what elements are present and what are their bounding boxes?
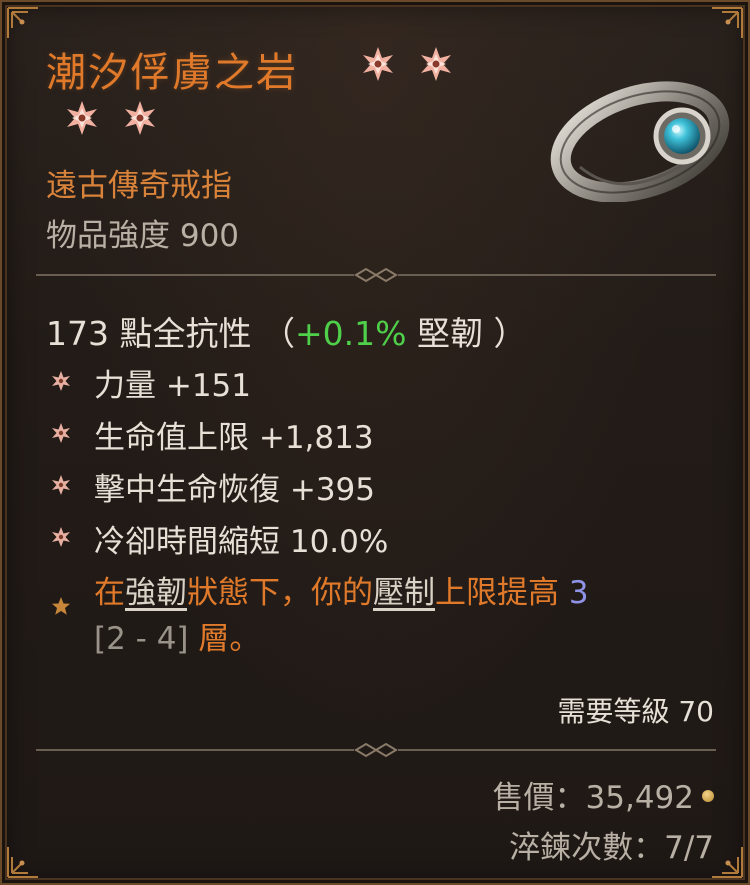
section-divider	[36, 740, 716, 760]
affix-text: 力量 +151	[94, 368, 251, 404]
greater-affix-star-icon	[360, 46, 396, 82]
greater-affix-star-icon	[64, 100, 100, 136]
greater-affix-star-icon	[418, 46, 454, 82]
section-divider	[36, 265, 716, 285]
legendary-text: 層。	[198, 621, 261, 657]
item-power: 物品強度 900	[46, 218, 240, 254]
affix-bullet-icon	[50, 526, 72, 548]
keyword-link[interactable]: 壓制	[373, 575, 435, 611]
item-tooltip: 潮汐俘虜之岩 遠古傳奇戒指 物品強度 900 173 點全抗性 （+0.1% 堅…	[0, 0, 750, 885]
base-stat-paren-close: ）	[493, 314, 527, 353]
base-stat-main: 173 點全抗性	[46, 314, 252, 353]
sell-price: 售價：35,492	[493, 772, 714, 817]
legendary-star-icon	[50, 584, 72, 615]
legendary-line-1: 在強韌狀態下，你的壓制上限提高 3	[94, 570, 589, 616]
affix-text: 擊中生命恢復 +395	[94, 472, 375, 508]
sell-price-text: 售價：35,492	[492, 780, 694, 816]
corner-ornament-icon	[710, 6, 744, 40]
greater-affix-star-icon	[122, 100, 158, 136]
corner-ornament-icon	[6, 6, 40, 40]
affix-bullet-icon	[50, 370, 72, 392]
base-stat-bonus: +0.1%	[294, 314, 407, 353]
item-type: 遠古傳奇戒指	[46, 168, 232, 204]
keyword-link[interactable]: 強韌	[125, 575, 187, 611]
gold-coin-icon	[702, 789, 714, 802]
temper-count: 淬鍊次數：7/7	[509, 830, 714, 866]
item-name: 潮汐俘虜之岩	[46, 50, 298, 96]
legendary-text: 上限提高	[435, 575, 559, 611]
affix-text: 生命值上限 +1,813	[94, 420, 374, 456]
required-level: 需要等級 70	[557, 695, 714, 728]
base-stat-paren-open: （	[261, 314, 295, 353]
legendary-text: 在	[94, 575, 125, 611]
base-stat: 173 點全抗性 （+0.1% 堅韌 ）	[46, 307, 526, 355]
ring-item-icon	[550, 72, 740, 203]
legendary-range: [2 - 4]	[94, 621, 189, 657]
affix-bullet-icon	[50, 422, 72, 444]
legendary-line-2: [2 - 4] 層。	[94, 616, 260, 662]
legendary-text: 狀態下，你的	[187, 575, 373, 611]
legendary-value: 3	[568, 575, 589, 611]
corner-ornament-icon	[6, 845, 40, 879]
affix-bullet-icon	[50, 474, 72, 496]
affix-text: 冷卻時間縮短 10.0%	[94, 524, 389, 560]
base-stat-bonus-label: 堅韌	[416, 314, 483, 353]
corner-ornament-icon	[710, 845, 744, 879]
